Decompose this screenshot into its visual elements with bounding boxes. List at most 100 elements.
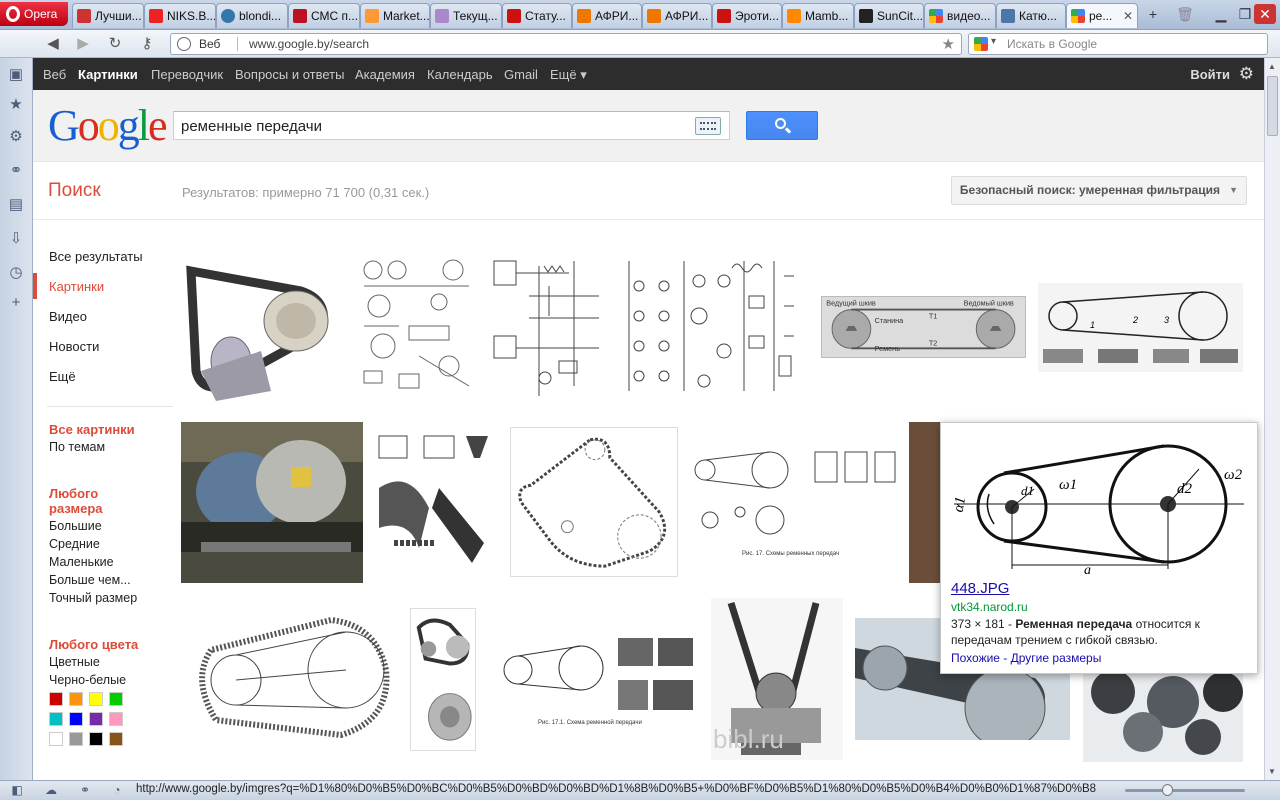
image-result-cut-off[interactable] [909, 422, 941, 583]
gbar-more-link[interactable]: Ещё ▾ [550, 67, 587, 83]
forward-icon[interactable]: ▶ [72, 34, 94, 54]
image-result-kinematic-sketch[interactable] [359, 256, 473, 398]
gbar-calendar-link[interactable]: Календарь [427, 67, 493, 82]
unite-icon[interactable]: ⚭ [7, 162, 25, 180]
browser-tab[interactable]: Текущ... [430, 3, 502, 28]
nav-all-results[interactable]: Все результаты [49, 249, 143, 264]
search-input[interactable]: ременные передачи [173, 111, 730, 140]
browser-tab[interactable]: Стату... [502, 3, 572, 28]
scroll-down-icon[interactable]: ▼ [1268, 767, 1276, 776]
opera-menu-button[interactable]: Opera [0, 2, 68, 26]
bookmarks-icon[interactable]: ▣ [7, 66, 25, 84]
nav-news[interactable]: Новости [49, 339, 99, 354]
nav-more[interactable]: Ещё [49, 369, 76, 384]
browser-tab[interactable]: SunCit... [854, 3, 924, 28]
turbo-icon[interactable]: ◔ [110, 783, 124, 797]
notes-icon[interactable]: ▤ [7, 196, 25, 214]
google-logo[interactable]: Google [48, 102, 167, 150]
nav-images[interactable]: Картинки [49, 279, 104, 294]
new-tab-icon[interactable]: + [1140, 4, 1166, 24]
key-icon[interactable]: ⚷ [136, 34, 158, 54]
color-swatch[interactable] [89, 712, 103, 726]
star-icon[interactable]: ★ [7, 96, 25, 114]
bookmark-star-icon[interactable]: ★ [942, 35, 955, 53]
color-swatch[interactable] [69, 692, 83, 706]
image-result-belt-tensioner-schemes[interactable] [624, 256, 804, 398]
image-result-pulley-3d[interactable] [410, 608, 476, 751]
search-button[interactable] [746, 111, 818, 140]
color-swatch[interactable] [109, 732, 123, 746]
color-swatch[interactable] [49, 692, 63, 706]
image-result-motor-photo[interactable] [181, 422, 363, 583]
color-swatch[interactable] [89, 732, 103, 746]
address-field[interactable]: Веб www.google.by/search ★ [170, 33, 962, 55]
browser-tab[interactable]: blondi... [216, 3, 288, 28]
gbar-translate-link[interactable]: Переводчик [151, 67, 223, 82]
gbar-images-link[interactable]: Картинки [78, 67, 138, 82]
cloud-icon[interactable]: ☁ [44, 783, 58, 797]
scrollbar-thumb[interactable] [1267, 76, 1278, 136]
browser-tab[interactable]: Эроти... [712, 3, 782, 28]
filter-color-full[interactable]: Цветные [49, 655, 100, 669]
popup-image[interactable]: α1 d1 ω1 d2 ω2 a [949, 429, 1249, 579]
browser-tab-active[interactable]: ре... ✕ [1066, 3, 1138, 28]
browser-tab[interactable]: NIKS.B... [144, 3, 216, 28]
zoom-slider[interactable] [1125, 789, 1245, 792]
browser-tab[interactable]: Mamb... [782, 3, 854, 28]
browser-tab[interactable]: Market... [360, 3, 430, 28]
image-result-chain-drive[interactable] [510, 427, 678, 577]
color-swatch[interactable] [49, 712, 63, 726]
close-window-icon[interactable]: ✕ [1254, 4, 1276, 24]
sign-in-button[interactable]: Войти [1190, 67, 1230, 82]
color-swatch[interactable] [69, 732, 83, 746]
trash-icon[interactable]: 🗑 [1172, 4, 1198, 24]
filter-any-color[interactable]: Любого цвета [49, 637, 138, 652]
image-result-belt-drive-labeled[interactable]: Ведущий шкив Ведомый шкив Станина Ремень… [821, 296, 1026, 358]
browser-tab[interactable]: СМС п... [288, 3, 360, 28]
image-result-gears-photo[interactable] [1083, 672, 1243, 762]
popup-site[interactable]: vtk34.narod.ru [951, 600, 1028, 614]
image-result-belt-drive-3d[interactable] [181, 251, 341, 404]
downloads-icon[interactable]: ⇩ [7, 230, 25, 248]
browser-tab[interactable]: Катю... [996, 3, 1066, 28]
image-result-belt-drive-schemes-fig17[interactable]: Рис. 17. Схемы ременных передач [690, 440, 900, 562]
filter-black-white[interactable]: Черно-белые [49, 673, 126, 687]
color-swatch[interactable] [49, 732, 63, 746]
gbar-scholar-link[interactable]: Академия [355, 67, 415, 82]
image-result-belt-layout-pulleys[interactable] [181, 610, 397, 745]
filter-size-medium[interactable]: Средние [49, 537, 100, 551]
browser-tab[interactable]: видео... [924, 3, 996, 28]
chevron-down-icon[interactable]: ▾ [991, 36, 996, 47]
filter-size-small[interactable]: Маленькие [49, 555, 114, 569]
keyboard-icon[interactable] [695, 117, 721, 135]
panel-toggle-icon[interactable]: ◧ [10, 783, 24, 797]
filter-size-larger-than[interactable]: Больше чем... [49, 573, 131, 587]
nav-video[interactable]: Видео [49, 309, 87, 324]
unite-icon[interactable]: ⚭ [78, 783, 92, 797]
filter-size-exact[interactable]: Точный размер [49, 591, 137, 605]
safe-search-dropdown[interactable]: Безопасный поиск: умеренная фильтрация ▼ [950, 176, 1247, 205]
history-icon[interactable]: ◷ [7, 264, 25, 282]
gbar-web-link[interactable]: Веб [43, 67, 66, 82]
minimize-icon[interactable]: ▁ [1208, 4, 1234, 24]
image-result-belt-profiles[interactable] [374, 428, 493, 577]
close-tab-icon[interactable]: ✕ [1123, 4, 1133, 28]
browser-tab[interactable]: АФРИ... [572, 3, 642, 28]
filter-size-large[interactable]: Большие [49, 519, 102, 533]
gear-icon[interactable]: ⚙ [7, 128, 25, 146]
gbar-gmail-link[interactable]: Gmail [504, 67, 538, 82]
scroll-up-icon[interactable]: ▲ [1268, 62, 1276, 71]
page-scrollbar[interactable]: ▲ ▼ [1264, 58, 1280, 780]
color-swatch[interactable] [89, 692, 103, 706]
reload-icon[interactable]: ↻ [104, 34, 126, 54]
filter-all-images[interactable]: Все картинки [49, 422, 135, 437]
zoom-slider-knob[interactable] [1162, 784, 1173, 796]
settings-gear-icon[interactable]: ⚙ [1239, 64, 1254, 84]
add-panel-icon[interactable]: + [7, 294, 25, 312]
gbar-answers-link[interactable]: Вопросы и ответы [235, 67, 344, 82]
image-result-belt-drive-fig171[interactable]: Рис. 17.1. Схема ременной передачи [493, 630, 699, 728]
back-icon[interactable]: ◀ [42, 34, 64, 54]
filter-any-size[interactable]: Любого размера [49, 486, 129, 516]
color-swatch[interactable] [69, 712, 83, 726]
browser-search-field[interactable]: ▾ Искать в Google [968, 33, 1268, 55]
